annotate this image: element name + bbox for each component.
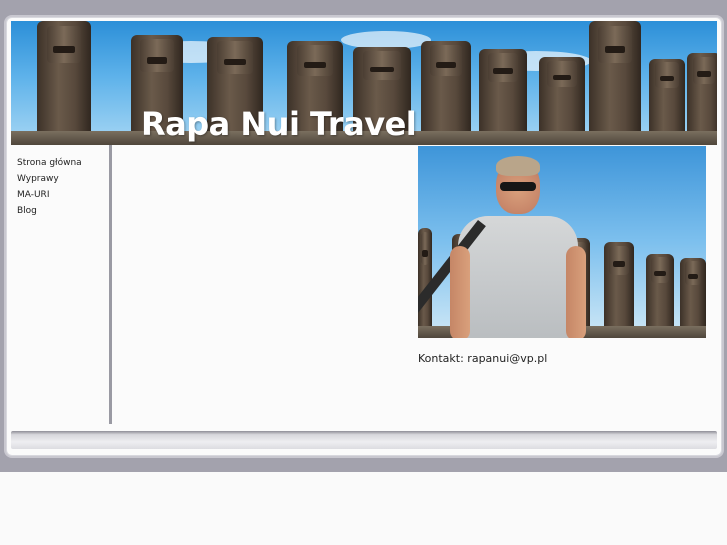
nav-item-expeditions[interactable]: Wyprawy [17,171,109,187]
site-title[interactable]: Rapa Nui Travel [141,105,417,143]
traveler-photo [418,146,706,338]
sunglasses [500,182,536,191]
nav-item-blog[interactable]: Blog [17,203,109,219]
site-frame: Rapa Nui Travel Strona główna Wyprawy MA… [6,17,722,456]
footer-bar [11,431,717,449]
nav-item-home[interactable]: Strona główna [17,155,109,171]
header-banner: Rapa Nui Travel [11,21,717,145]
nav-item-ma-uri[interactable]: MA-URI [17,187,109,203]
sidebar-nav: Strona główna Wyprawy MA-URI Blog [11,145,112,424]
contact-text: Kontakt: rapanui@vp.pl [418,352,548,365]
